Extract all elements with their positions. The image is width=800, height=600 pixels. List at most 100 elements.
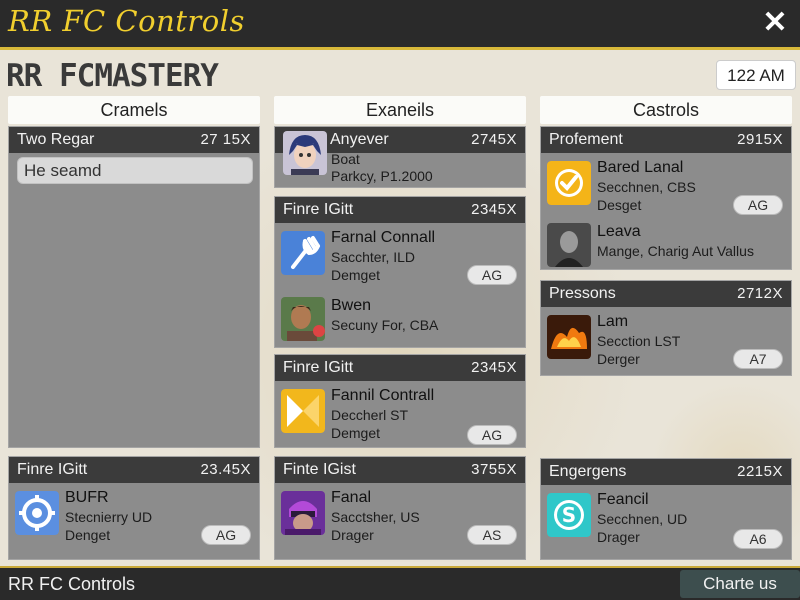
- card-header: Pressons 2712X: [541, 281, 791, 307]
- clock-display: 122 AM: [716, 60, 796, 90]
- card-price: 3755X: [471, 461, 517, 478]
- entry-detail: Drager: [331, 527, 374, 543]
- tag-button[interactable]: A6: [733, 529, 783, 549]
- tag-button[interactable]: AG: [467, 265, 517, 285]
- card-title: Profement: [549, 131, 623, 148]
- column-cramels: Cramels Two Regar 27 15X He seamd Finre …: [8, 96, 260, 566]
- card-header: Engergens 2215X: [541, 459, 791, 485]
- card-pressons[interactable]: Pressons 2712X Lam Secction LST Derger A…: [540, 280, 792, 376]
- entry-subtitle: Secchnen, UD: [597, 511, 688, 527]
- entry-subtitle: Sacctsher, US: [331, 509, 420, 525]
- entry-name: Fannil Contrall: [331, 387, 435, 404]
- column-header: Castrols: [540, 96, 792, 124]
- card-price: 27 15X: [200, 131, 251, 148]
- svg-text:S: S: [562, 503, 576, 527]
- entry-detail: Derger: [597, 351, 640, 367]
- list-item[interactable]: Bared Lanal Secchnen, CBS Desget AG: [547, 159, 785, 219]
- tag-button[interactable]: AS: [467, 525, 517, 545]
- entry-subtitle: Deccherl ST: [331, 407, 409, 423]
- entry-name: Feancil: [597, 491, 649, 508]
- app-heading: RR FCMASTERY: [6, 58, 219, 94]
- entry-subtitle: Sacchter, ILD: [331, 249, 416, 265]
- entry-subtitle: Secchnen, CBS: [597, 179, 696, 195]
- s-badge-icon: S: [547, 493, 591, 537]
- list-item[interactable]: Fannil Contrall Deccherl ST Demget AG: [281, 387, 519, 447]
- card-two-regar[interactable]: Two Regar 27 15X He seamd: [8, 126, 260, 448]
- entry-name: Leava: [597, 223, 641, 240]
- masked-character-icon: [281, 491, 325, 535]
- list-item[interactable]: Farnal Connall Sacchter, ILD Demget AG: [281, 229, 519, 289]
- footer-bar: RR FC Controls Charte us: [0, 566, 800, 600]
- tag-button[interactable]: A7: [733, 349, 783, 369]
- flame-logo-icon: [547, 315, 591, 359]
- list-item[interactable]: Leava Mange, Charig Aut Vallus: [547, 223, 785, 269]
- entry-detail: Parkcy, P1.2000: [331, 168, 433, 184]
- person-photo-icon: [547, 223, 591, 267]
- card-price: 2345X: [471, 359, 517, 376]
- entry-name: Lam: [597, 313, 629, 330]
- card-title: Finre IGitt: [17, 461, 88, 478]
- entry-name: Bwen: [331, 297, 372, 314]
- footer-title: RR FC Controls: [8, 574, 136, 594]
- card-header: Profement 2915X: [541, 127, 791, 153]
- crosshair-logo-icon: [15, 491, 59, 535]
- card-finte-igist[interactable]: Finte IGist 3755X Fanal Sacctsher, US Dr…: [274, 456, 526, 560]
- list-item[interactable]: S Feancil Secchnen, UD Drager A6: [547, 491, 785, 551]
- card-title: Pressons: [549, 285, 616, 302]
- card-header: Finre IGitt 23.45X: [9, 457, 259, 483]
- list-item[interactable]: Fanal Sacctsher, US Drager AS: [281, 489, 519, 549]
- search-input[interactable]: He seamd: [17, 157, 253, 184]
- window-title: RR FC Controls: [8, 4, 245, 38]
- card-engergens[interactable]: Engergens 2215X S Feancil Secchnen, UD D…: [540, 458, 792, 560]
- card-price: 2915X: [737, 131, 783, 148]
- close-icon[interactable]: ✕: [758, 6, 792, 40]
- entry-name: Bared Lanal: [597, 159, 684, 176]
- entry-detail: Drager: [597, 529, 640, 545]
- check-badge-icon: [547, 161, 591, 205]
- tag-button[interactable]: AG: [467, 425, 517, 445]
- entry-detail: Demget: [331, 425, 381, 441]
- column-header: Exaneils: [274, 96, 526, 124]
- card-price: 2345X: [471, 201, 517, 218]
- entry-subtitle: Secuny For, CBA: [331, 317, 439, 333]
- column-exaneils: Exaneils Anyever 2745X Boat Parkcy, P1.2…: [274, 96, 526, 566]
- card-title: Finre IGitt: [283, 359, 354, 376]
- card-profement[interactable]: Profement 2915X Bared Lanal Secchnen, CB…: [540, 126, 792, 270]
- list-item[interactable]: Boat Parkcy, P1.2000: [281, 151, 519, 187]
- list-item[interactable]: BUFR Stecnierry UD Denget AG: [15, 489, 253, 549]
- card-price: 23.45X: [200, 461, 251, 478]
- entry-detail: Denget: [65, 527, 111, 543]
- card-anyever[interactable]: Anyever 2745X Boat Parkcy, P1.2000: [274, 126, 526, 188]
- title-bar: RR FC Controls ✕: [0, 0, 800, 50]
- tag-button[interactable]: AG: [733, 195, 783, 215]
- entry-subtitle: Secction LST: [597, 333, 681, 349]
- charte-us-button[interactable]: Charte us: [680, 570, 800, 598]
- fork-icon: [281, 231, 325, 275]
- entry-name: BUFR: [65, 489, 109, 506]
- card-finre-igitt-2[interactable]: Finre IGitt 2345X Fannil Contrall Decche…: [274, 354, 526, 448]
- card-title: Finre IGitt: [283, 201, 354, 218]
- column-castrols: Castrols Profement 2915X Bared Lanal Sec…: [540, 96, 792, 566]
- entry-name: Fanal: [331, 489, 372, 506]
- card-header: Finte IGist 3755X: [275, 457, 525, 483]
- entry-subtitle: Mange, Charig Aut Vallus: [597, 243, 754, 259]
- entry-subtitle: Boat: [331, 151, 360, 167]
- entry-detail: Desget: [597, 197, 642, 213]
- card-price: 2712X: [737, 285, 783, 302]
- card-header: Finre IGitt 2345X: [275, 197, 525, 223]
- card-title: Engergens: [549, 463, 627, 480]
- card-finre-igitt[interactable]: Finre IGitt 2345X Farnal Connall Sacchte…: [274, 196, 526, 348]
- entry-subtitle: Stecnierry UD: [65, 509, 153, 525]
- list-item[interactable]: Lam Secction LST Derger A7: [547, 313, 785, 373]
- card-header: Two Regar 27 15X: [9, 127, 259, 153]
- card-price: 2215X: [737, 463, 783, 480]
- card-finre-igitt[interactable]: Finre IGitt 23.45X BUFR Stecnierry UD De…: [8, 456, 260, 560]
- card-title: Two Regar: [17, 131, 95, 148]
- entry-detail: Demget: [331, 267, 381, 283]
- card-header: Finre IGitt 2345X: [275, 355, 525, 381]
- list-item[interactable]: Bwen Secuny For, CBA: [281, 297, 519, 343]
- tag-button[interactable]: AG: [201, 525, 251, 545]
- entry-name: Farnal Connall: [331, 229, 436, 246]
- column-header: Cramels: [8, 96, 260, 124]
- card-title: Anyever: [330, 131, 389, 148]
